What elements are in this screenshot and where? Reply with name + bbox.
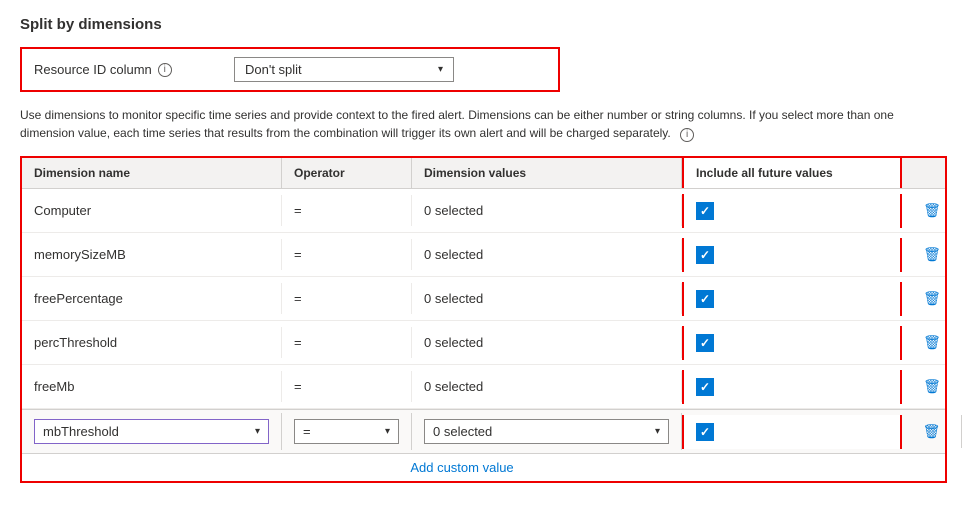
- delete-last-row-icon[interactable]: 🗑: [914, 423, 949, 440]
- td-dimension-freepercentage: freePercentage: [22, 283, 282, 314]
- resource-id-info-icon[interactable]: i: [158, 63, 172, 77]
- th-include-future: Include all future values: [682, 158, 902, 188]
- add-custom-link[interactable]: Add custom value: [22, 454, 902, 481]
- last-operator-dropdown[interactable]: = ▾: [294, 419, 399, 444]
- last-dimension-chevron: ▾: [255, 426, 260, 437]
- resource-id-label: Resource ID column i: [34, 62, 234, 77]
- last-operator-value: =: [303, 424, 311, 439]
- td-dimension-memorysizemb: memorySizeMB: [22, 239, 282, 270]
- td-operator-freepercentage: =: [282, 283, 412, 314]
- td-last-delete: 🗑: [902, 415, 962, 448]
- checkbox-memorysizemb[interactable]: [696, 246, 714, 264]
- td-values-memorysizemb: 0 selected: [412, 239, 682, 270]
- td-operator-computer: =: [282, 195, 412, 226]
- table-row: Computer = 0 selected 🗑: [22, 189, 945, 233]
- td-dimension-percthreshold: percThreshold: [22, 327, 282, 358]
- td-include-future-freepercentage: [682, 282, 902, 316]
- td-delete-percthreshold: 🗑: [902, 326, 962, 359]
- delete-percthreshold-icon[interactable]: 🗑: [914, 334, 950, 351]
- td-last-operator: = ▾: [282, 413, 412, 450]
- th-dimension-values: Dimension values: [412, 158, 682, 188]
- td-values-percthreshold: 0 selected: [412, 327, 682, 358]
- last-values-chevron: ▾: [655, 426, 660, 437]
- delete-freepercentage-icon[interactable]: 🗑: [914, 290, 950, 307]
- td-operator-memorysizemb: =: [282, 239, 412, 270]
- delete-computer-icon[interactable]: 🗑: [914, 202, 950, 219]
- td-include-future-computer: [682, 194, 902, 228]
- td-dimension-freemb: freeMb: [22, 371, 282, 402]
- description-text: Use dimensions to monitor specific time …: [20, 106, 947, 142]
- td-last-dimension: mbThreshold ▾: [22, 413, 282, 450]
- resource-id-dropdown-chevron: ▾: [438, 64, 443, 75]
- table-row: freePercentage = 0 selected 🗑: [22, 277, 945, 321]
- th-operator: Operator: [282, 158, 412, 188]
- td-delete-memorysizemb: 🗑: [902, 238, 962, 271]
- add-custom-row: Add custom value: [22, 453, 945, 481]
- td-values-freepercentage: 0 selected: [412, 283, 682, 314]
- checkbox-freepercentage[interactable]: [696, 290, 714, 308]
- page-title: Split by dimensions: [20, 16, 947, 33]
- th-dimension-name: Dimension name: [22, 158, 282, 188]
- td-values-freemb: 0 selected: [412, 371, 682, 402]
- last-values-dropdown[interactable]: 0 selected ▾: [424, 419, 669, 444]
- checkbox-percthreshold[interactable]: [696, 334, 714, 352]
- table-row: memorySizeMB = 0 selected 🗑: [22, 233, 945, 277]
- td-values-computer: 0 selected: [412, 195, 682, 226]
- table-header: Dimension name Operator Dimension values…: [22, 158, 945, 189]
- th-actions: [902, 158, 962, 188]
- checkbox-last-row[interactable]: [696, 423, 714, 441]
- last-dimension-dropdown[interactable]: mbThreshold ▾: [34, 419, 269, 444]
- td-delete-computer: 🗑: [902, 194, 962, 227]
- resource-id-dropdown-value: Don't split: [245, 62, 302, 77]
- td-dimension-computer: Computer: [22, 195, 282, 226]
- add-custom-empty: [902, 454, 962, 481]
- description-content: Use dimensions to monitor specific time …: [20, 108, 894, 140]
- td-operator-percthreshold: =: [282, 327, 412, 358]
- last-editable-row: mbThreshold ▾ = ▾ 0 selected ▾ 🗑: [22, 409, 945, 453]
- td-include-future-memorysizemb: [682, 238, 902, 272]
- resource-id-text: Resource ID column: [34, 62, 152, 77]
- resource-id-row: Resource ID column i Don't split ▾: [20, 47, 560, 92]
- description-info-icon[interactable]: i: [680, 128, 694, 142]
- delete-freemb-icon[interactable]: 🗑: [914, 378, 950, 395]
- last-dimension-value: mbThreshold: [43, 424, 119, 439]
- last-values-value: 0 selected: [433, 424, 492, 439]
- table-row: percThreshold = 0 selected 🗑: [22, 321, 945, 365]
- td-delete-freepercentage: 🗑: [902, 282, 962, 315]
- dimensions-table: Dimension name Operator Dimension values…: [20, 156, 947, 483]
- delete-memorysizemb-icon[interactable]: 🗑: [914, 246, 950, 263]
- table-row: freeMb = 0 selected 🗑: [22, 365, 945, 409]
- checkbox-freemb[interactable]: [696, 378, 714, 396]
- resource-id-dropdown[interactable]: Don't split ▾: [234, 57, 454, 82]
- last-operator-chevron: ▾: [385, 426, 390, 437]
- checkbox-computer[interactable]: [696, 202, 714, 220]
- td-last-include-future: [682, 415, 902, 449]
- td-last-values: 0 selected ▾: [412, 413, 682, 450]
- td-delete-freemb: 🗑: [902, 370, 962, 403]
- td-include-future-percthreshold: [682, 326, 902, 360]
- td-include-future-freemb: [682, 370, 902, 404]
- td-operator-freemb: =: [282, 371, 412, 402]
